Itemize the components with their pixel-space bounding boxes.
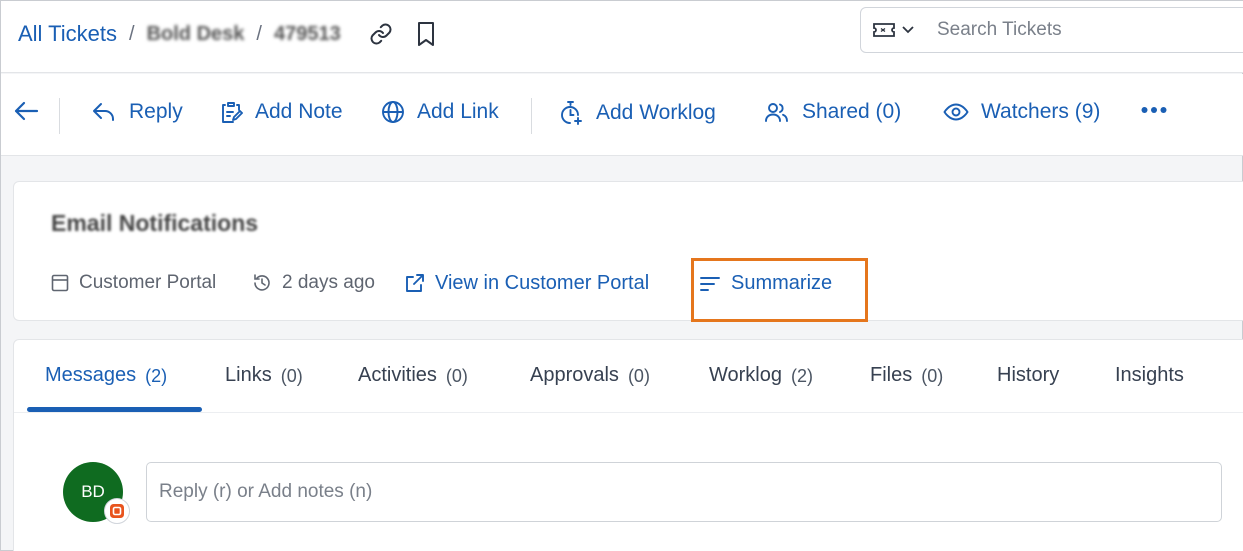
shared-button[interactable]: Shared (0) [764, 100, 901, 124]
add-worklog-label: Add Worklog [596, 101, 716, 124]
add-note-label: Add Note [255, 100, 343, 123]
add-link-label: Add Link [417, 100, 499, 123]
tab-label: Approvals [530, 364, 619, 386]
reply-label: Reply [129, 100, 183, 123]
tab-label: Files [870, 364, 913, 386]
tab-label: Links [225, 364, 272, 386]
tab-count: (0) [921, 366, 944, 386]
tab-count: (0) [445, 366, 468, 386]
breadcrumb-ticket-id: 479513 [273, 22, 341, 45]
tab-count: (2) [145, 366, 168, 386]
note-icon [222, 102, 243, 123]
tab-count: (2) [791, 366, 813, 386]
tab-count: (0) [280, 366, 303, 386]
external-link-icon [406, 274, 424, 292]
action-bar: Reply Add Note Add Link Add Worklog Shar… [1, 74, 1243, 156]
search-type-dropdown[interactable] [873, 22, 937, 38]
breadcrumb-separator: / [129, 22, 135, 45]
tab-files[interactable]: Files (0) [870, 364, 943, 387]
view-in-customer-portal-link[interactable]: View in Customer Portal [404, 272, 649, 295]
chevron-down-icon [901, 25, 915, 35]
ticket-title: Email Notifications [51, 210, 259, 236]
tab-messages[interactable]: Messages (2) [45, 364, 167, 387]
users-icon [765, 103, 788, 122]
shared-label: Shared (0) [802, 100, 902, 123]
reply-input[interactable] [159, 481, 1221, 503]
ticket-age-label: 2 days ago [282, 272, 375, 293]
conversation-panel: Messages (2) Links (0) Activities (0) Ap… [13, 339, 1243, 551]
add-worklog-button[interactable]: Add Worklog [558, 100, 716, 126]
eye-icon [943, 103, 969, 121]
bookmark-icon[interactable] [415, 21, 437, 47]
breadcrumb-separator: / [256, 22, 262, 45]
tab-label: History [997, 364, 1060, 386]
add-link-button[interactable]: Add Link [381, 100, 499, 124]
summarize-highlight [691, 258, 868, 322]
tab-insights[interactable]: Insights [1115, 364, 1184, 387]
view-in-customer-portal-label: View in Customer Portal [435, 272, 650, 294]
back-button[interactable] [13, 100, 39, 122]
watchers-button[interactable]: Watchers (9) [943, 100, 1100, 124]
tab-bar: Messages (2) Links (0) Activities (0) Ap… [14, 340, 1243, 413]
ticket-age: 2 days ago [252, 272, 375, 294]
reply-icon [93, 103, 114, 121]
more-horizontal-icon [1141, 107, 1167, 113]
arrow-left-icon [14, 101, 39, 121]
add-note-button[interactable]: Add Note [219, 100, 343, 124]
globe-icon [382, 101, 404, 123]
history-icon [254, 274, 270, 291]
divider [59, 98, 60, 134]
stopwatch-icon [561, 101, 582, 125]
tab-label: Activities [358, 364, 437, 386]
tab-worklog[interactable]: Worklog (2) [709, 364, 813, 387]
breadcrumb-brand[interactable]: Bold Desk [147, 23, 245, 46]
ticket-source-label: Customer Portal [79, 272, 217, 293]
breadcrumb: All Tickets / Bold Desk / 479513 [18, 21, 437, 47]
tab-label: Messages [45, 364, 137, 386]
tab-links[interactable]: Links (0) [225, 364, 303, 387]
copy-link-icon[interactable] [369, 22, 393, 46]
search-input[interactable] [937, 19, 1237, 41]
tab-activities[interactable]: Activities (0) [358, 364, 468, 387]
active-tab-indicator [27, 407, 202, 412]
top-bar: All Tickets / Bold Desk / 479513 [1, 1, 1243, 73]
reply-button[interactable]: Reply [91, 100, 183, 124]
divider [531, 98, 532, 134]
avatar-initials: BD [81, 482, 105, 501]
breadcrumb-all-tickets[interactable]: All Tickets [18, 21, 117, 47]
search-box [860, 7, 1243, 53]
ticket-icon [873, 22, 895, 38]
ticket-source: Customer Portal [51, 272, 216, 294]
portal-icon [51, 274, 69, 292]
watchers-label: Watchers (9) [981, 100, 1101, 123]
ticket-header-card: Email Notifications Customer Portal 2 da… [13, 181, 1243, 322]
tab-approvals[interactable]: Approvals (0) [530, 364, 650, 387]
more-options-button[interactable] [1141, 106, 1167, 114]
tab-history[interactable]: History [997, 364, 1059, 387]
tab-label: Worklog [709, 364, 782, 386]
reply-composer [146, 462, 1222, 522]
tab-label: Insights [1115, 364, 1184, 386]
channel-badge-icon [104, 498, 130, 524]
tab-count: (0) [627, 366, 650, 386]
